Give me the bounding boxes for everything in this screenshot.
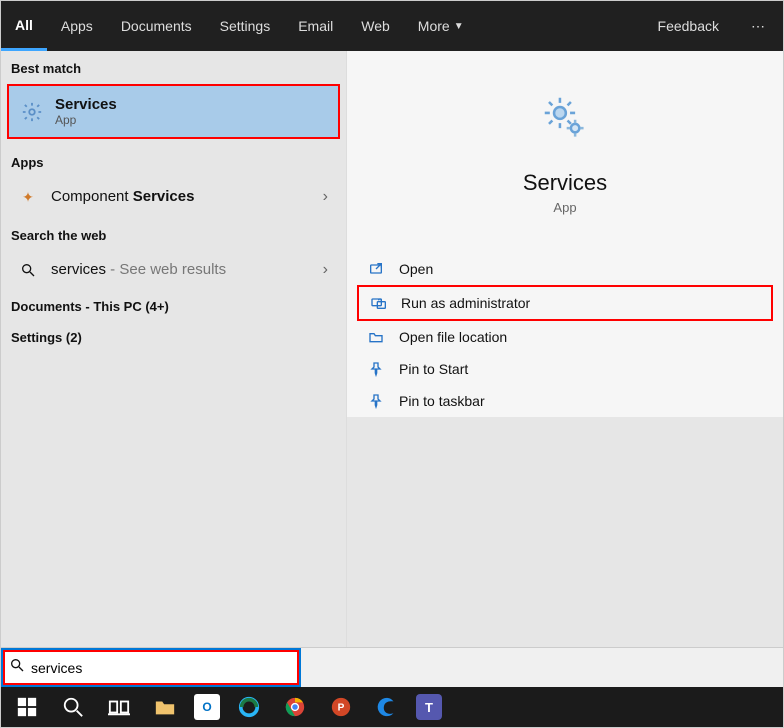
- outlook-button[interactable]: O: [189, 687, 225, 727]
- edge-button[interactable]: [227, 687, 271, 727]
- tab-label: Settings: [220, 18, 271, 34]
- action-label: Pin to taskbar: [399, 393, 485, 409]
- tab-apps[interactable]: Apps: [47, 1, 107, 51]
- more-options-button[interactable]: ⋯: [735, 1, 783, 51]
- result-bold: Services: [133, 188, 195, 205]
- tab-settings[interactable]: Settings: [206, 1, 285, 51]
- search-bar: [1, 647, 783, 687]
- result-best-match[interactable]: Services App: [7, 84, 340, 139]
- section-search-web: Search the web: [1, 218, 346, 249]
- task-view-button[interactable]: [97, 687, 141, 727]
- tab-label: Documents: [121, 18, 192, 34]
- pin-icon: [367, 361, 385, 377]
- feedback-label: Feedback: [658, 18, 719, 34]
- chevron-down-icon: ▼: [454, 21, 464, 32]
- tab-documents[interactable]: Documents: [107, 1, 206, 51]
- taskbar-search-button[interactable]: [51, 687, 95, 727]
- detail-title: Services: [523, 170, 607, 196]
- result-documents-group[interactable]: Documents - This PC (4+): [1, 291, 346, 322]
- services-icon: [21, 101, 43, 123]
- taskbar: O P T: [1, 687, 783, 727]
- result-web-search[interactable]: services - See web results ›: [1, 249, 346, 291]
- result-prefix: Component: [51, 188, 133, 205]
- section-best-match: Best match: [1, 51, 346, 82]
- result-subtitle: App: [55, 113, 326, 127]
- result-app-component-services[interactable]: ✦ Component Services ›: [1, 176, 346, 218]
- action-label: Open file location: [399, 329, 507, 345]
- pin-icon: [367, 393, 385, 409]
- action-open[interactable]: Open: [357, 253, 773, 285]
- action-label: Pin to Start: [399, 361, 468, 377]
- open-icon: [367, 261, 385, 277]
- component-services-icon: ✦: [17, 186, 39, 208]
- tab-label: All: [15, 17, 33, 33]
- section-apps: Apps: [1, 145, 346, 176]
- result-title: Services: [55, 96, 326, 113]
- chevron-right-icon[interactable]: ›: [323, 261, 334, 279]
- tab-label: More: [418, 18, 450, 34]
- search-input[interactable]: [31, 650, 293, 685]
- tab-web[interactable]: Web: [347, 1, 404, 51]
- search-icon: [9, 657, 25, 678]
- svg-text:P: P: [338, 703, 345, 714]
- services-large-icon: [538, 91, 592, 150]
- result-settings-group[interactable]: Settings (2): [1, 322, 346, 353]
- search-results-pane: Best match Services App Apps ✦ Component…: [1, 51, 346, 647]
- action-label: Open: [399, 261, 433, 277]
- web-suffix: - See web results: [106, 261, 226, 278]
- web-term: services: [51, 261, 106, 278]
- chrome-button[interactable]: [273, 687, 317, 727]
- feedback-button[interactable]: Feedback: [642, 1, 735, 51]
- action-pin-to-start[interactable]: Pin to Start: [357, 353, 773, 385]
- search-box[interactable]: [1, 648, 301, 687]
- tab-email[interactable]: Email: [284, 1, 347, 51]
- search-filter-tabs: All Apps Documents Settings Email Web Mo…: [1, 1, 783, 51]
- file-explorer-button[interactable]: [143, 687, 187, 727]
- tab-all[interactable]: All: [1, 1, 47, 51]
- edge-legacy-button[interactable]: [365, 687, 409, 727]
- teams-button[interactable]: T: [411, 687, 447, 727]
- start-button[interactable]: [5, 687, 49, 727]
- action-label: Run as administrator: [401, 295, 530, 311]
- action-pin-to-taskbar[interactable]: Pin to taskbar: [357, 385, 773, 417]
- detail-pane: Services App Open Run as administrator O…: [346, 51, 783, 647]
- tab-more[interactable]: More ▼: [404, 1, 478, 51]
- folder-icon: [367, 329, 385, 345]
- tab-label: Web: [361, 18, 390, 34]
- action-open-file-location[interactable]: Open file location: [357, 321, 773, 353]
- chevron-right-icon[interactable]: ›: [323, 188, 334, 206]
- ellipsis-icon: ⋯: [751, 18, 767, 35]
- action-run-as-administrator[interactable]: Run as administrator: [357, 285, 773, 321]
- search-icon: [17, 259, 39, 281]
- detail-subtitle: App: [553, 200, 576, 215]
- tab-label: Apps: [61, 18, 93, 34]
- admin-icon: [369, 295, 387, 311]
- powerpoint-button[interactable]: P: [319, 687, 363, 727]
- tab-label: Email: [298, 18, 333, 34]
